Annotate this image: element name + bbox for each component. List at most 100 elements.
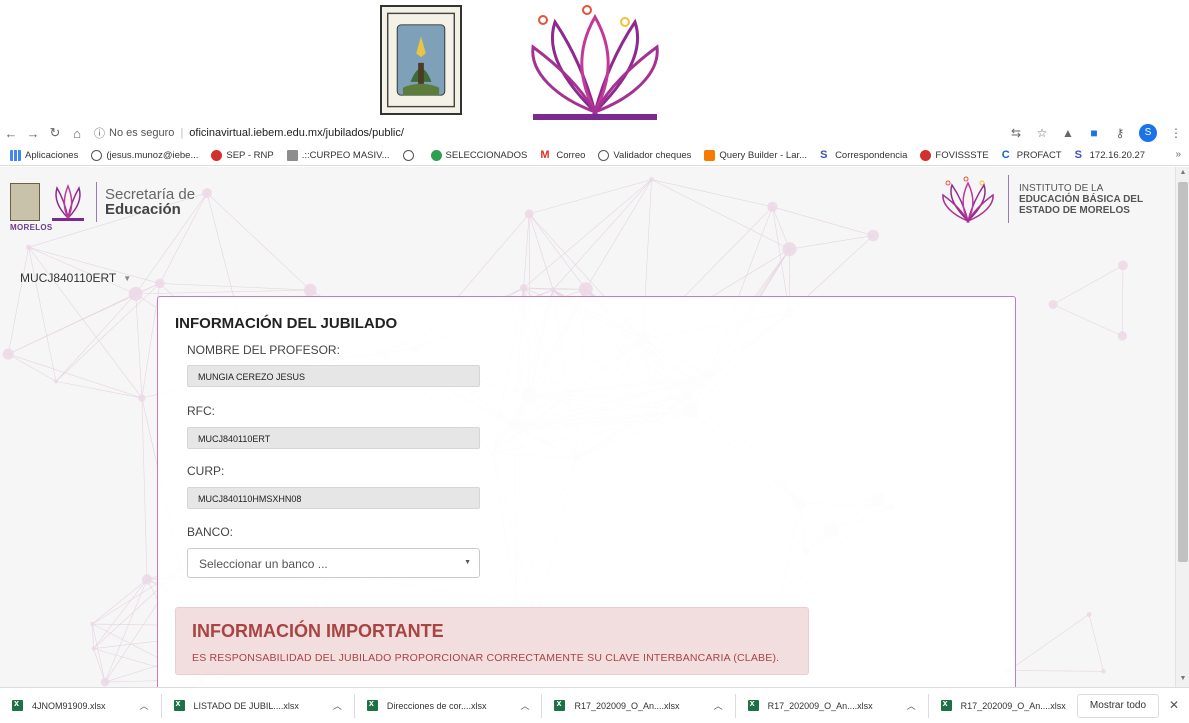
curp-field: MUCJ840110HMSXHN08 <box>187 487 480 509</box>
excel-file-icon <box>747 698 759 711</box>
bookmark-label: (jesus.munoz@iebe... <box>106 150 199 161</box>
toolbar-actions: ⇆ ☆ ▲ ■ ⚷ S ⋮ <box>1009 124 1183 142</box>
download-item[interactable]: LISTADO DE JUBIL....xlsx ︿ <box>162 693 355 718</box>
secretaria-title: Secretaría de Educación <box>105 187 195 217</box>
download-filename: LISTADO DE JUBIL....xlsx <box>193 700 299 711</box>
curp-label: CURP: <box>187 464 225 478</box>
chevron-up-icon[interactable]: ︿ <box>140 699 149 712</box>
banco-label: BANCO: <box>187 525 234 539</box>
bookmark-label: SELECCIONADOS <box>445 150 528 161</box>
download-filename: R17_202009_O_An....xlsx <box>574 700 680 711</box>
browser-toolbar: ← → ↻ ⌂ ⓘ No es seguro | oficinavirtual.… <box>0 120 1189 146</box>
show-all-button[interactable]: Mostrar todo <box>1077 694 1159 718</box>
iebem-title: INSTITUTO DE LA EDUCACIÓN BÁSICA DEL EST… <box>1019 183 1143 216</box>
download-item[interactable]: Direcciones de cor....xlsx ︿ <box>355 693 543 718</box>
zoom-extension-icon[interactable]: ■ <box>1087 126 1101 140</box>
iebem-line2: EDUCACIÓN BÁSICA DEL <box>1019 193 1144 205</box>
profile-avatar[interactable]: S <box>1139 124 1157 142</box>
image-icon <box>286 150 298 161</box>
chevron-up-icon[interactable]: ︿ <box>907 699 916 712</box>
scroll-thumb[interactable] <box>1178 182 1188 562</box>
iebem-flower-icon <box>942 176 994 223</box>
download-item[interactable]: 4JNOM91909.xlsx ︿ <box>0 693 162 718</box>
excel-file-icon <box>366 698 378 711</box>
reload-icon[interactable]: ↻ <box>44 125 66 141</box>
excel-file-icon <box>940 698 952 711</box>
morelos-seal-icon <box>380 5 462 115</box>
bookmarks-bar: Aplicaciones (jesus.munoz@iebe... SEP - RN… <box>0 146 1189 166</box>
alert-title: INFORMACIÓN IMPORTANTE <box>192 621 444 641</box>
excel-file-icon <box>12 698 23 711</box>
alert-text: ES RESPONSABILIDAD DEL JUBILADO PROPORCI… <box>192 652 780 664</box>
bookmark-item[interactable]: FOVISSSTE <box>920 150 989 161</box>
key-icon[interactable]: ⚷ <box>1113 126 1127 140</box>
scroll-up-icon[interactable]: ▲ <box>1178 169 1188 179</box>
mini-seal-caption: MORELOS <box>10 223 53 232</box>
bookmark-label: .::CURPEO MASIV... <box>301 150 390 161</box>
download-item[interactable]: R17_202009_O_An....xlsx ︿ <box>736 693 929 718</box>
chevron-down-icon: ▼ <box>123 273 132 283</box>
secretaria-line2: Educación <box>105 201 181 218</box>
bookmark-item[interactable]: M Correo <box>540 149 585 162</box>
secretaria-line1: Secretaría de <box>105 186 196 203</box>
bookmark-item[interactable]: SELECCIONADOS <box>430 150 528 161</box>
download-item[interactable]: R17_202009_O_An....xlsx ︿ <box>542 693 736 718</box>
banco-select[interactable]: Seleccionar un banco ... ▼ <box>187 548 480 578</box>
bookmark-item[interactable]: (jesus.munoz@iebe... <box>91 150 198 161</box>
close-icon[interactable]: ✕ <box>1169 698 1179 712</box>
forward-arrow-icon[interactable]: → <box>22 126 44 141</box>
security-label: No es seguro <box>109 127 175 139</box>
translate-icon[interactable]: ⇆ <box>1009 126 1023 140</box>
bookmark-item[interactable]: SEP - RNP <box>211 150 274 161</box>
globe-icon <box>91 150 103 161</box>
important-info-alert: INFORMACIÓN IMPORTANTE ES RESPONSABILIDA… <box>175 607 809 675</box>
bookmark-label: 172.16.20.27 <box>1089 150 1146 161</box>
kebab-menu-icon[interactable]: ⋮ <box>1169 126 1183 140</box>
bookmark-item[interactable]: S Correspondencia <box>820 150 908 162</box>
bookmark-item[interactable]: Aplicaciones <box>10 150 78 161</box>
user-rfc: MUCJ840110ERT <box>20 271 117 285</box>
chevron-up-icon[interactable]: ︿ <box>714 699 723 712</box>
red-dot-icon <box>920 150 932 161</box>
bookmarks-more-icon[interactable]: » <box>1175 149 1181 160</box>
bookmark-label: Validador cheques <box>613 150 692 161</box>
bookmark-label: PROFACT <box>1016 150 1062 161</box>
nombre-label: NOMBRE DEL PROFESOR: <box>187 343 340 357</box>
back-arrow-icon[interactable]: ← <box>0 126 22 141</box>
globe-icon <box>598 150 610 161</box>
info-icon[interactable]: ⓘ <box>94 125 105 141</box>
bookmark-label: Correspondencia <box>835 150 908 161</box>
red-dot-icon <box>211 150 223 161</box>
user-menu-dropdown[interactable]: MUCJ840110ERT ▼ <box>20 271 131 285</box>
home-icon[interactable]: ⌂ <box>66 126 88 141</box>
c-logo-icon: C <box>1001 149 1010 161</box>
drive-icon[interactable]: ▲ <box>1061 126 1075 140</box>
scroll-down-icon[interactable]: ▼ <box>1178 675 1188 685</box>
rfc-label: RFC: <box>187 404 215 418</box>
page-scrollbar[interactable]: ▲ ▼ <box>1175 167 1189 687</box>
globe-icon <box>402 150 414 161</box>
rfc-field: MUCJ840110ERT <box>187 427 480 449</box>
address-bar[interactable]: ⓘ No es seguro | oficinavirtual.iebem.ed… <box>94 123 404 143</box>
chevron-up-icon[interactable]: ︿ <box>333 699 342 712</box>
bookmark-item[interactable]: .::CURPEO MASIV... <box>286 150 390 161</box>
apps-grid-icon <box>10 150 21 161</box>
bookmark-label: SEP - RNP <box>226 150 274 161</box>
star-icon[interactable]: ☆ <box>1035 126 1049 140</box>
gmail-icon: M <box>540 149 550 161</box>
bookmark-item[interactable] <box>402 150 418 161</box>
iebem-divider <box>1008 175 1009 223</box>
chevron-up-icon[interactable]: ︿ <box>520 699 529 712</box>
mini-seal-icon <box>10 183 40 221</box>
excel-file-icon <box>554 698 566 711</box>
morelos-flower-logo-icon <box>525 2 665 122</box>
bookmark-item[interactable]: Query Builder - Lar... <box>704 150 807 161</box>
download-filename: R17_202009_O_An....xlsx <box>960 700 1066 711</box>
bookmark-item[interactable]: C PROFACT <box>1001 149 1062 162</box>
url-text[interactable]: oficinavirtual.iebem.edu.mx/jubilados/pu… <box>189 127 404 139</box>
download-filename: 4JNOM91909.xlsx <box>32 700 106 711</box>
bookmark-item[interactable]: Validador cheques <box>598 150 691 161</box>
bookmark-item[interactable]: S 172.16.20.27 <box>1075 150 1146 162</box>
bookmark-label: Query Builder - Lar... <box>719 150 808 161</box>
download-filename: R17_202009_O_An....xlsx <box>767 700 873 711</box>
